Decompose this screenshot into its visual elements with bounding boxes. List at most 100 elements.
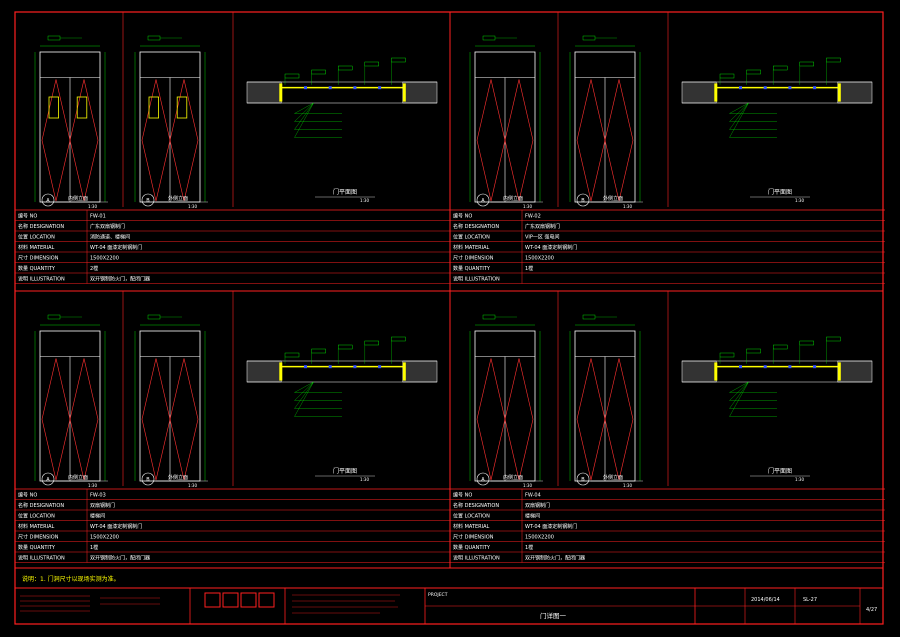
wall-left: [681, 360, 717, 383]
fixing-mark: [353, 86, 357, 90]
spec-value: WT-04 面漆定制钢制门: [525, 523, 577, 530]
spec-value: FW-04: [525, 493, 541, 499]
spec-label: 数量 QUANTITY: [453, 265, 491, 272]
plan-callout: [311, 348, 326, 354]
view-title: 外侧立面: [168, 195, 188, 202]
swing-mark-right: [169, 358, 199, 481]
view-title: 内侧立面: [503, 474, 523, 481]
project-label: PROJECT: [428, 592, 448, 598]
plan-title: 门平面图: [768, 188, 792, 196]
wall-left: [246, 81, 282, 104]
plan-callout: [338, 344, 353, 350]
plan-callout: [284, 73, 300, 79]
wall-right: [402, 360, 438, 383]
fixing-mark: [739, 365, 742, 369]
spec-value: 消防通道、楼梯间: [90, 234, 130, 241]
general-note: 说明：1. 门洞尺寸以现场实测为准。: [22, 575, 120, 583]
revision-box: [20, 595, 160, 612]
company-logo: [204, 592, 275, 608]
drawing-title: 门详图一: [540, 611, 567, 620]
plan-title: 门平面图: [768, 467, 792, 475]
plan-callout: [391, 57, 406, 63]
swing-mark-left: [576, 79, 606, 202]
fixing-mark: [304, 86, 307, 90]
callout-tag: [582, 314, 596, 320]
plan-callout: [719, 352, 735, 358]
swing-mark-left: [476, 358, 506, 481]
spec-value: 双开钢制防火门，配闭门器: [90, 555, 150, 562]
spec-label: 材料 MATERIAL: [18, 244, 55, 251]
fixing-mark: [788, 365, 792, 369]
spec-value: 1樘: [525, 544, 533, 551]
plan-callout: [311, 69, 326, 75]
view-scale: 1:30: [623, 483, 632, 488]
company-address: [292, 594, 400, 614]
plan-scale: 1:30: [795, 477, 804, 482]
spec-label: 编号 NO: [453, 492, 472, 499]
plan-callout: [391, 336, 406, 342]
swing-mark-right: [169, 79, 199, 202]
view-scale: 1:30: [88, 483, 97, 488]
spec-value: 1樘: [525, 265, 533, 272]
swing-mark-left: [476, 79, 506, 202]
spec-value: 广东双扇钢制门: [90, 223, 125, 230]
door-panel-3: A 内侧立面1:30B 外侧立面1:30门平面图1:30编号 NO FW-03名称 D…: [15, 291, 450, 563]
wall-left: [681, 81, 717, 104]
swing-mark-right: [69, 358, 99, 481]
view-scale: 1:30: [88, 204, 97, 209]
jamb-left: [714, 83, 718, 102]
spec-label: 名称 DESIGNATION: [453, 502, 499, 509]
spec-value: VIP一区 强电间: [525, 234, 560, 241]
spec-label: 说明 ILLUSTRATION: [18, 276, 65, 283]
plan-callout: [746, 348, 761, 354]
vision-panel-left: [148, 96, 160, 119]
fixing-mark: [328, 365, 332, 369]
callout-tag: [582, 35, 596, 41]
spec-label: 编号 NO: [453, 213, 472, 220]
spec-label: 名称 DESIGNATION: [18, 223, 64, 230]
spec-label: 数量 QUANTITY: [453, 544, 491, 551]
spec-label: 说明 ILLUSTRATION: [18, 555, 65, 562]
spec-value: FW-02: [525, 214, 541, 220]
plan-scale: 1:30: [795, 198, 804, 203]
cad-drawing-sheet: A 内侧立面 1:30 B 外侧立面 1:30 门平面图 1:30 编号 NO FW-01 名称 D…: [0, 0, 900, 633]
view-bubble-label: A: [481, 198, 485, 204]
spec-label: 位置 LOCATION: [18, 234, 55, 241]
plan-callout: [719, 73, 735, 79]
view-bubble-label: A: [46, 477, 50, 483]
spec-label: 尺寸 DIMENSION: [18, 255, 59, 262]
spec-label: 数量 QUANTITY: [18, 265, 56, 272]
spec-label: 位置 LOCATION: [18, 513, 55, 520]
swing-mark-right: [504, 358, 534, 481]
vision-panel-right: [76, 96, 88, 119]
spec-label: 说明 ILLUSTRATION: [453, 555, 500, 562]
spec-label: 材料 MATERIAL: [453, 523, 490, 530]
fixing-mark: [763, 365, 767, 369]
view-bubble-label: A: [46, 198, 50, 204]
swing-mark-left: [141, 358, 171, 481]
plan-callout: [826, 57, 841, 63]
spec-value: 楼梯间: [90, 513, 105, 520]
wall-right: [402, 81, 438, 104]
view-title: 外侧立面: [603, 474, 623, 481]
spec-label: 名称 DESIGNATION: [18, 502, 64, 509]
view-bubble-label: B: [146, 198, 150, 204]
wall-left: [246, 360, 282, 383]
swing-mark-left: [41, 79, 71, 202]
spec-value: 楼梯间: [525, 513, 540, 520]
spec-value: FW-03: [90, 493, 106, 499]
spec-value: WT-04 面漆定制钢制门: [90, 244, 142, 251]
view-title: 外侧立面: [168, 474, 188, 481]
spec-label: 数量 QUANTITY: [18, 544, 56, 551]
jamb-left: [279, 83, 283, 102]
fixing-mark: [739, 86, 742, 90]
spec-label: 编号 NO: [18, 213, 37, 220]
spec-value: 双扇钢制门: [525, 502, 550, 509]
view-title: 外侧立面: [603, 195, 623, 202]
plan-title: 门平面图: [333, 467, 357, 475]
sheet-number: SL-27: [803, 597, 817, 603]
swing-mark-right: [69, 79, 99, 202]
spec-label: 材料 MATERIAL: [18, 523, 55, 530]
swing-mark-left: [576, 358, 606, 481]
spec-label: 尺寸 DIMENSION: [453, 534, 494, 541]
